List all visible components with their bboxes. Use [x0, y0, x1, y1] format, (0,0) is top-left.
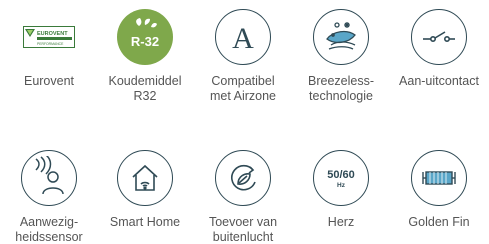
feature-hertz: 50/60 Hz Herz: [292, 150, 390, 230]
feature-label: Compatibel met Airzone: [209, 74, 276, 103]
feature-label: Koudemiddel R32: [108, 74, 182, 103]
r32-badge-text: R-32: [131, 34, 159, 49]
smart-home-icon: [117, 150, 173, 206]
breezeless-icon: [313, 9, 369, 65]
feature-label: Smart Home: [109, 215, 181, 229]
feature-label: Herz: [327, 215, 355, 229]
golden-fin-icon: [411, 150, 467, 206]
feature-grid: EUROVENT PERFORMANCE Eurovent R-32 Koude…: [0, 0, 489, 244]
feature-breezeless: Breezeless- technologie: [292, 9, 390, 103]
eurovent-logo-icon: EUROVENT PERFORMANCE: [21, 9, 77, 65]
feature-label: Aan-uitcontact: [399, 74, 479, 88]
airzone-icon: A: [215, 9, 271, 65]
svg-text:PERFORMANCE: PERFORMANCE: [37, 42, 64, 46]
svg-text:EUROVENT: EUROVENT: [37, 31, 68, 37]
feature-label: Golden Fin: [408, 215, 470, 229]
feature-golden-fin: Golden Fin: [390, 150, 488, 230]
feature-eurovent: EUROVENT PERFORMANCE Eurovent: [0, 9, 98, 89]
hertz-unit-text: Hz: [337, 182, 346, 189]
fresh-air-intake-icon: [215, 150, 271, 206]
feature-on-off-contact: Aan-uitcontact: [390, 9, 488, 89]
hertz-value-text: 50/60: [327, 169, 355, 181]
hertz-icon: 50/60 Hz: [313, 150, 369, 206]
airzone-letter: A: [232, 22, 254, 55]
feature-r32: R-32 Koudemiddel R32: [96, 9, 194, 103]
presence-sensor-icon: [21, 150, 77, 206]
on-off-switch-icon: [411, 9, 467, 65]
feature-label: Eurovent: [23, 74, 75, 88]
feature-presence-sensor: Aanwezig- heidssensor: [0, 150, 98, 244]
r32-refrigerant-icon: R-32: [117, 9, 173, 65]
feature-fresh-air: Toevoer van buitenlucht: [194, 150, 292, 244]
feature-label: Breezeless- technologie: [308, 74, 374, 103]
feature-smart-home: Smart Home: [96, 150, 194, 230]
feature-airzone: A Compatibel met Airzone: [194, 9, 292, 103]
